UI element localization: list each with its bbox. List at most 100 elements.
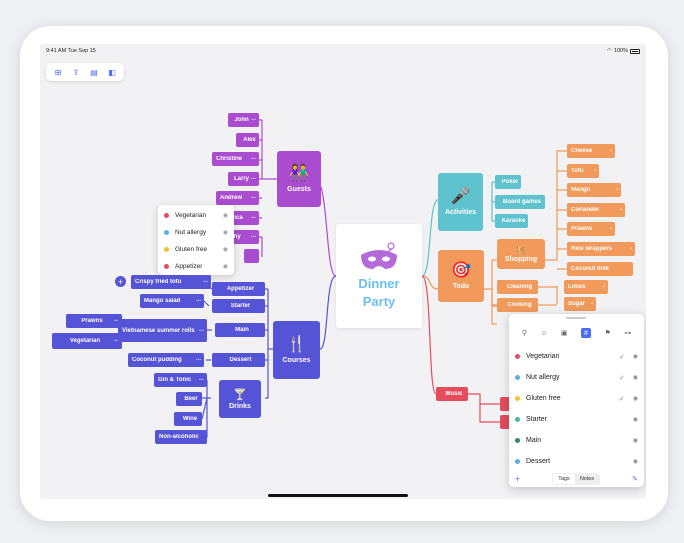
- course-item-node[interactable]: Mango salad ⋯: [140, 294, 204, 308]
- emoji-icon[interactable]: ☺: [540, 330, 547, 337]
- checkmark-icon: ✓: [618, 353, 625, 361]
- tag-color-dot: [515, 396, 520, 401]
- layout-icon[interactable]: ⚲: [522, 329, 527, 337]
- course-node-main[interactable]: Main: [215, 323, 265, 337]
- shopping-item[interactable]: Coriander •: [567, 203, 625, 217]
- shopping-item[interactable]: Coconut milk: [567, 262, 633, 276]
- course-node-appetizer[interactable]: Appetizer: [212, 282, 265, 296]
- course-item-node[interactable]: Coconut pudding ⋯: [128, 353, 204, 367]
- tag-color-dot: [515, 354, 520, 359]
- guest-node[interactable]: Christine ⋯: [212, 152, 259, 166]
- eye-icon[interactable]: ◉: [633, 458, 638, 465]
- shopping-item[interactable]: Rice wrappers •: [567, 242, 635, 256]
- more-icon: ⋯: [199, 377, 204, 383]
- guests-label: Guests: [287, 186, 311, 193]
- shopping-item[interactable]: Cheese •: [567, 144, 615, 158]
- topic-courses[interactable]: 🍴 Courses: [273, 321, 320, 379]
- main-sub-node[interactable]: Vegetarian ⋯: [52, 333, 122, 349]
- tag-color-dot: [515, 438, 520, 443]
- tag-color-dot: [515, 417, 520, 422]
- topic-todo[interactable]: 🎯 Todo: [438, 250, 484, 302]
- todo-node-cooking[interactable]: Cooking: [497, 298, 538, 312]
- drink-node[interactable]: Beer: [176, 392, 202, 406]
- eye-icon[interactable]: ◉: [223, 229, 228, 236]
- shopping-item[interactable]: Prawns •: [567, 222, 615, 236]
- tag-list: Vegetarian ✓ ◉ Nut allergy ✓ ◉ Gluten free ✓ ◉…: [509, 346, 644, 472]
- more-icon: ⋯: [196, 357, 201, 363]
- todo-node-cleaning[interactable]: Cleaning: [497, 280, 538, 294]
- activity-node[interactable]: Poker: [495, 175, 521, 189]
- target-icon: 🎯: [451, 262, 471, 279]
- topic-activities[interactable]: 🎤 Activities: [438, 173, 483, 231]
- course-node-dessert[interactable]: Dessert: [212, 353, 265, 367]
- popover-tag-row[interactable]: Appetizer ◉: [164, 258, 228, 275]
- eye-icon[interactable]: ◉: [223, 246, 228, 253]
- eye-icon[interactable]: ◉: [223, 212, 228, 219]
- more-icon: ⋯: [203, 279, 208, 285]
- guest-node[interactable]: Andrew ⋯: [216, 191, 259, 205]
- tag-row[interactable]: Main ◉: [509, 430, 644, 451]
- popover-tag-row[interactable]: Gluten free ◉: [164, 241, 228, 258]
- segment-tags[interactable]: Tags: [553, 473, 575, 484]
- microphone-icon: 🎤: [450, 188, 471, 205]
- eye-icon[interactable]: ◉: [633, 395, 638, 402]
- tags-notes-segment: Tags Notes: [552, 472, 601, 485]
- app-screen: 9:41 AM Tue Sep 15 ◠ 100% ⊞ ⇪ ▤ ◧ Dinner…: [40, 44, 646, 499]
- todo-node-shopping[interactable]: 🧺 Shopping: [497, 239, 545, 269]
- guest-node[interactable]: John ⋯: [228, 113, 259, 127]
- tag-row[interactable]: Starter ◉: [509, 409, 644, 430]
- segment-notes[interactable]: Notes: [575, 474, 599, 484]
- shopping-item[interactable]: Sugar •: [564, 297, 596, 311]
- course-item-node[interactable]: Vietnamese summer rolls ⋯: [118, 319, 207, 342]
- panel-footer: + Tags Notes ✎: [509, 470, 644, 487]
- add-tag-button[interactable]: +: [515, 474, 520, 484]
- shopping-item[interactable]: Mango •: [567, 183, 621, 197]
- more-icon: ⋯: [251, 234, 256, 240]
- tag-row[interactable]: Dessert ◉: [509, 451, 644, 472]
- eye-icon[interactable]: ◉: [633, 374, 638, 381]
- more-icon: ⋯: [251, 176, 256, 182]
- courses-label: Courses: [282, 357, 311, 364]
- popover-tag-row[interactable]: Vegetarian ◉: [164, 207, 228, 224]
- eye-icon[interactable]: ◉: [633, 353, 638, 360]
- image-icon[interactable]: ▣: [561, 329, 568, 337]
- home-indicator[interactable]: [268, 494, 408, 497]
- root-topic[interactable]: Dinner Party: [336, 224, 422, 328]
- link-icon[interactable]: ⊶: [624, 329, 631, 337]
- checkmark-icon: ✓: [618, 374, 625, 382]
- tag-color-dot: [515, 375, 520, 380]
- checkmark-icon: ✓: [618, 395, 625, 403]
- activity-node[interactable]: Karaoke: [495, 214, 528, 228]
- basket-icon: 🧺: [516, 245, 526, 255]
- guest-node[interactable]: Larry ⋯: [228, 172, 259, 186]
- guest-node[interactable]: Alex: [236, 133, 259, 147]
- style-icon[interactable]: ⚑: [604, 329, 610, 337]
- tag-icon[interactable]: #: [581, 328, 591, 338]
- course-node-starter[interactable]: Starter: [212, 299, 265, 313]
- mask-icon: [361, 242, 397, 269]
- edit-icon[interactable]: ✎: [632, 475, 638, 483]
- root-title-line1: Dinner: [358, 276, 400, 291]
- course-node-drinks[interactable]: 🍸 Drinks: [219, 380, 261, 418]
- topic-guests[interactable]: 👫 Guests: [277, 151, 321, 207]
- drink-node[interactable]: Gin & Tonic ⋯: [154, 373, 207, 387]
- more-icon: ⋯: [199, 327, 204, 334]
- tag-row[interactable]: Vegetarian ✓ ◉: [509, 346, 644, 367]
- eye-icon[interactable]: ◉: [223, 263, 228, 270]
- drink-node[interactable]: Non-alcoholic: [155, 430, 207, 444]
- panel-grabber[interactable]: [566, 317, 586, 319]
- eye-icon[interactable]: ◉: [633, 437, 638, 444]
- tag-row[interactable]: Nut allergy ✓ ◉: [509, 367, 644, 388]
- add-node-button[interactable]: +: [115, 276, 126, 287]
- shopping-item[interactable]: Limes •: [564, 280, 608, 294]
- activity-node[interactable]: Board games: [495, 195, 545, 209]
- course-item-node[interactable]: Crispy fried tofu ⋯: [131, 275, 211, 289]
- shopping-item[interactable]: Tofu •: [567, 164, 599, 178]
- eye-icon[interactable]: ◉: [633, 416, 638, 423]
- topic-music[interactable]: Music: [436, 387, 468, 401]
- guest-node-empty[interactable]: [244, 249, 259, 263]
- popover-tag-row[interactable]: Nut allergy ◉: [164, 224, 228, 241]
- tag-row[interactable]: Gluten free ✓ ◉: [509, 388, 644, 409]
- drink-node[interactable]: Wine: [174, 412, 202, 426]
- main-sub-node[interactable]: Prawns ⋯: [66, 314, 122, 328]
